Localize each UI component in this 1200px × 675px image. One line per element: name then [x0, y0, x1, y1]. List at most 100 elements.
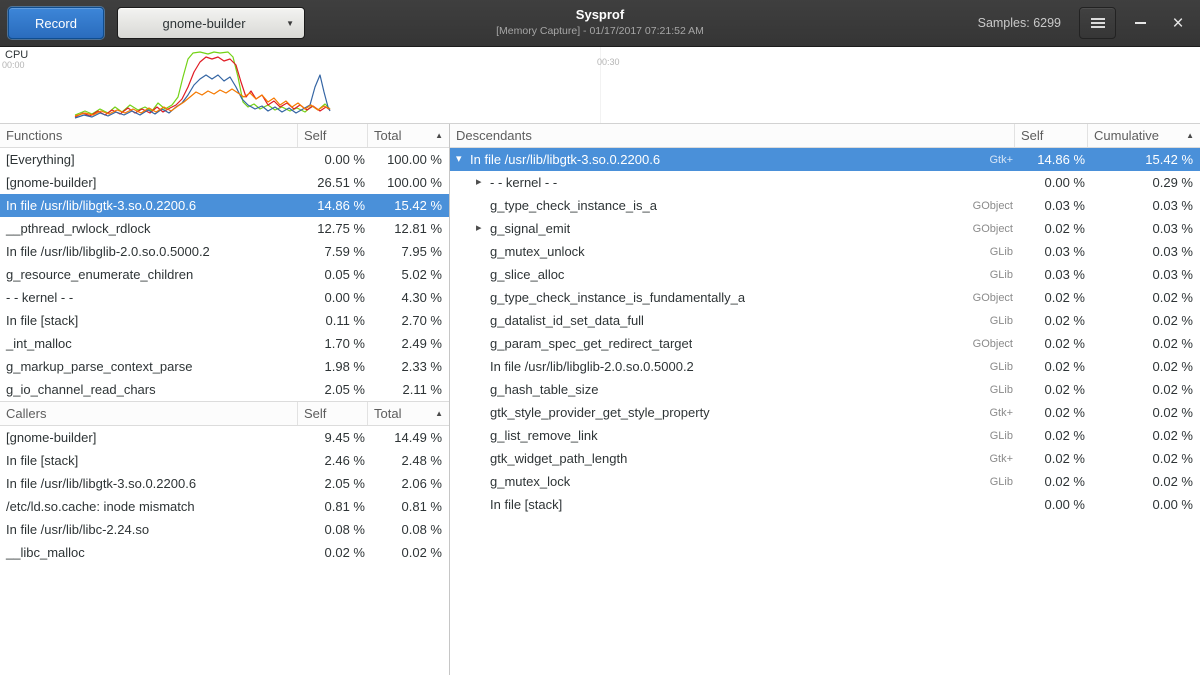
- sort-indicator-icon: ▲: [1182, 131, 1194, 140]
- cumulative-percent: 0.02 %: [1093, 428, 1200, 443]
- library-tag: GLib: [980, 430, 1019, 442]
- sort-indicator-icon: ▲: [431, 131, 443, 140]
- callers-header-row: Callers Self Total ▲: [0, 401, 449, 426]
- function-name: g_type_check_instance_is_a: [490, 198, 657, 213]
- tree-row[interactable]: g_mutex_unlockGLib0.03 %0.03 %: [450, 240, 1200, 263]
- tree-row[interactable]: gtk_style_provider_get_style_propertyGtk…: [450, 401, 1200, 424]
- cumulative-percent: 0.02 %: [1093, 313, 1200, 328]
- column-header-callers[interactable]: Callers: [0, 402, 297, 425]
- table-row[interactable]: g_resource_enumerate_children0.05 %5.02 …: [0, 263, 449, 286]
- table-row[interactable]: /etc/ld.so.cache: inode mismatch0.81 %0.…: [0, 495, 449, 518]
- cumulative-percent: 0.03 %: [1093, 244, 1200, 259]
- tree-row[interactable]: g_type_check_instance_is_fundamentally_a…: [450, 286, 1200, 309]
- tree-row[interactable]: gtk_widget_path_lengthGtk+0.02 %0.02 %: [450, 447, 1200, 470]
- table-row[interactable]: g_io_channel_read_chars2.05 %2.11 %: [0, 378, 449, 401]
- total-percent: 2.49 %: [373, 336, 449, 351]
- descendant-name-cell: g_hash_table_size GLib: [450, 382, 1025, 397]
- function-name: gtk_widget_path_length: [490, 451, 627, 466]
- table-row[interactable]: g_markup_parse_context_parse1.98 %2.33 %: [0, 355, 449, 378]
- total-percent: 14.49 %: [373, 430, 449, 445]
- table-row[interactable]: __libc_malloc0.02 %0.02 %: [0, 541, 449, 564]
- table-row[interactable]: In file [stack]2.46 %2.48 %: [0, 449, 449, 472]
- library-tag: GLib: [980, 384, 1019, 396]
- menu-button[interactable]: [1079, 7, 1116, 39]
- descendant-name-cell: ▾In file /usr/lib/libgtk-3.so.0.2200.6Gt…: [450, 152, 1025, 167]
- table-row[interactable]: [Everything]0.00 %100.00 %: [0, 148, 449, 171]
- self-percent: 0.00 %: [308, 290, 373, 305]
- function-name: In file /usr/lib/libglib-2.0.so.0.5000.2: [490, 359, 694, 374]
- total-percent: 100.00 %: [373, 175, 449, 190]
- descendant-name-cell: In file /usr/lib/libglib-2.0.so.0.5000.2…: [450, 359, 1025, 374]
- functions-header-row: Functions Self Total ▲: [0, 124, 449, 148]
- function-name: gtk_style_provider_get_style_property: [490, 405, 710, 420]
- tree-row[interactable]: g_mutex_lockGLib0.02 %0.02 %: [450, 470, 1200, 493]
- library-tag: GLib: [980, 315, 1019, 327]
- tree-row[interactable]: g_hash_table_sizeGLib0.02 %0.02 %: [450, 378, 1200, 401]
- table-row[interactable]: [gnome-builder]26.51 %100.00 %: [0, 171, 449, 194]
- tree-row[interactable]: g_slice_allocGLib0.03 %0.03 %: [450, 263, 1200, 286]
- profile-target-dropdown[interactable]: gnome-builder ▼: [117, 7, 305, 39]
- tree-row[interactable]: ▸- - kernel - -0.00 %0.29 %: [450, 171, 1200, 194]
- expander-open-icon[interactable]: ▾: [456, 154, 470, 165]
- column-header-self[interactable]: Self: [1014, 124, 1087, 147]
- cumulative-percent: 0.03 %: [1093, 267, 1200, 282]
- record-button[interactable]: Record: [8, 7, 104, 39]
- library-tag: GObject: [963, 292, 1019, 304]
- descendant-name-cell: g_slice_allocGLib: [450, 267, 1025, 282]
- tree-row[interactable]: g_datalist_id_set_data_fullGLib0.02 %0.0…: [450, 309, 1200, 332]
- tree-row[interactable]: In file /usr/lib/libglib-2.0.so.0.5000.2…: [450, 355, 1200, 378]
- tree-row[interactable]: In file [stack]0.00 %0.00 %: [450, 493, 1200, 516]
- self-percent: 2.46 %: [308, 453, 373, 468]
- cumulative-percent: 0.03 %: [1093, 221, 1200, 236]
- function-name: In file [stack]: [490, 497, 562, 512]
- column-header-descendants[interactable]: Descendants: [450, 124, 1014, 147]
- function-name: In file /usr/lib/libgtk-3.so.0.2200.6: [470, 152, 660, 167]
- tree-row[interactable]: ▾In file /usr/lib/libgtk-3.so.0.2200.6Gt…: [450, 148, 1200, 171]
- descendant-name-cell: g_mutex_unlockGLib: [450, 244, 1025, 259]
- tree-row[interactable]: g_type_check_instance_is_a GObject 0.03 %0…: [450, 194, 1200, 217]
- table-row[interactable]: In file [stack]0.11 %2.70 %: [0, 309, 449, 332]
- library-tag: Gtk+: [979, 453, 1019, 465]
- minimize-button[interactable]: [1126, 9, 1154, 37]
- column-header-functions[interactable]: Functions: [0, 124, 297, 147]
- main-content: Functions Self Total ▲ [Everything]0.00 …: [0, 124, 1200, 675]
- self-percent: 26.51 %: [308, 175, 373, 190]
- table-row[interactable]: In file /usr/lib/libc-2.24.so0.08 %0.08 …: [0, 518, 449, 541]
- column-header-total[interactable]: Total ▲: [367, 124, 449, 147]
- self-percent: 0.02 %: [308, 545, 373, 560]
- self-percent: 14.86 %: [308, 198, 373, 213]
- table-row[interactable]: - - kernel - -0.00 %4.30 %: [0, 286, 449, 309]
- table-row[interactable]: __pthread_rwlock_rdlock12.75 %12.81 %: [0, 217, 449, 240]
- self-percent: 0.03 %: [1025, 198, 1093, 213]
- function-name: /etc/ld.so.cache: inode mismatch: [0, 499, 308, 514]
- function-name: g_resource_enumerate_children: [0, 267, 308, 282]
- table-row[interactable]: In file /usr/lib/libgtk-3.so.0.2200.614.…: [0, 194, 449, 217]
- total-percent: 12.81 %: [373, 221, 449, 236]
- descendant-name-cell: gtk_style_provider_get_style_propertyGtk…: [450, 405, 1025, 420]
- table-row[interactable]: [gnome-builder]9.45 %14.49 %: [0, 426, 449, 449]
- tree-row[interactable]: g_param_spec_get_redirect_targetGObject0…: [450, 332, 1200, 355]
- samples-count: Samples: 6299: [978, 16, 1061, 30]
- function-name: g_list_remove_link: [490, 428, 598, 443]
- column-header-total[interactable]: Total ▲: [367, 402, 449, 425]
- expander-closed-icon[interactable]: ▸: [476, 177, 490, 188]
- column-header-self[interactable]: Self: [297, 124, 367, 147]
- column-header-cumulative[interactable]: Cumulative ▲: [1087, 124, 1200, 147]
- total-percent: 2.33 %: [373, 359, 449, 374]
- sort-indicator-icon: ▲: [431, 409, 443, 418]
- cpu-timeline[interactable]: CPU 00:00 00:30: [0, 47, 1200, 124]
- self-percent: 0.11 %: [308, 313, 373, 328]
- table-row[interactable]: _int_malloc1.70 %2.49 %: [0, 332, 449, 355]
- self-percent: 2.05 %: [308, 382, 373, 397]
- expander-closed-icon[interactable]: ▸: [476, 223, 490, 234]
- function-name: g_hash_table_size: [490, 382, 598, 397]
- column-header-self[interactable]: Self: [297, 402, 367, 425]
- table-row[interactable]: In file /usr/lib/libgtk-3.so.0.2200.62.0…: [0, 472, 449, 495]
- tree-row[interactable]: g_list_remove_linkGLib0.02 %0.02 %: [450, 424, 1200, 447]
- table-row[interactable]: In file /usr/lib/libglib-2.0.so.0.5000.2…: [0, 240, 449, 263]
- self-percent: 0.05 %: [308, 267, 373, 282]
- library-tag: GObject: [963, 200, 1019, 212]
- close-button[interactable]: ×: [1164, 9, 1192, 37]
- tree-row[interactable]: ▸g_signal_emitGObject0.02 %0.03 %: [450, 217, 1200, 240]
- cumulative-percent: 0.03 %: [1093, 198, 1200, 213]
